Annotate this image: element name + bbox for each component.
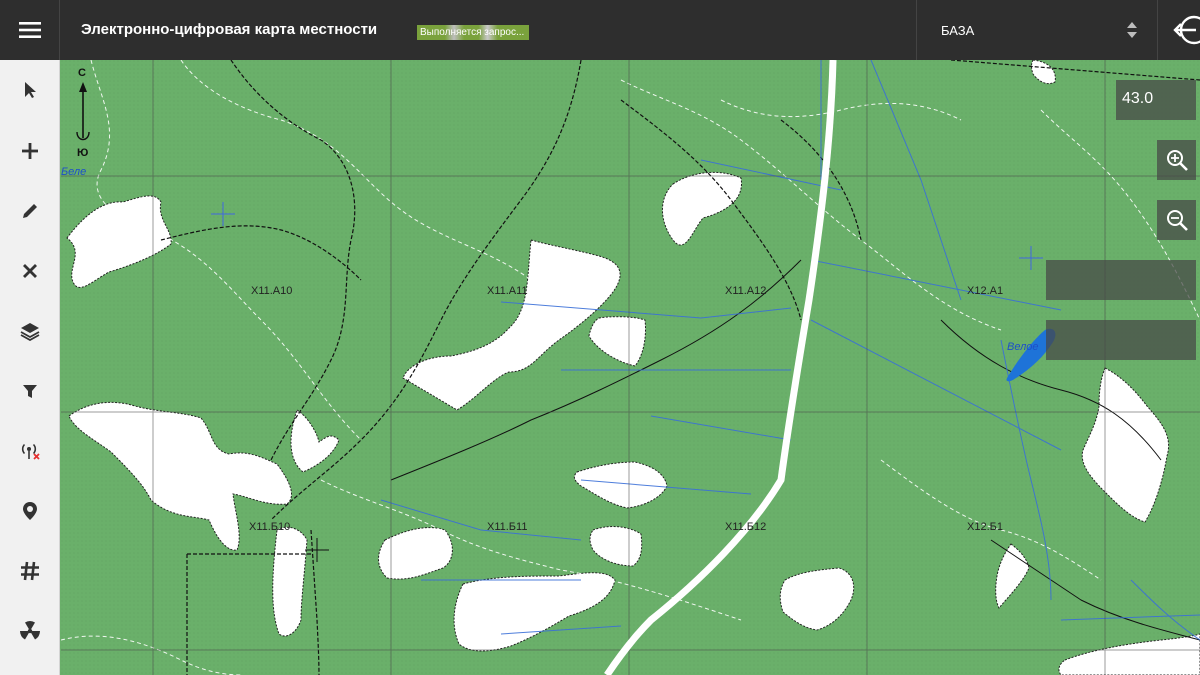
zoom-level-display: 43.0	[1116, 80, 1196, 120]
add-button[interactable]	[0, 123, 60, 179]
map-panel-button[interactable]	[1046, 260, 1196, 300]
radiation-button[interactable]	[0, 603, 60, 659]
close-icon	[23, 264, 37, 278]
layer-select-value: БАЗА	[941, 23, 975, 38]
select-tool-button[interactable]	[0, 62, 60, 118]
layers-icon	[20, 323, 40, 341]
signal-off-icon	[21, 443, 40, 460]
place-label: Беле	[61, 166, 86, 178]
map-canvas[interactable]: X11.А10 X11.А11 X11.А12 X12.А1 X11.Б10 X…	[61, 60, 1200, 675]
menu-button[interactable]	[0, 0, 60, 60]
zoom-out-button[interactable]	[1157, 200, 1196, 240]
sheet-label: X12.Б1	[967, 521, 1003, 533]
logout-icon	[1173, 15, 1200, 45]
top-bar: Электронно-цифровая карта местности Выпо…	[0, 0, 1200, 60]
hamburger-icon	[18, 22, 41, 38]
pointer-icon	[25, 82, 36, 98]
sheet-label: X11.Б12	[725, 521, 766, 533]
grid-hash-icon	[21, 561, 39, 581]
location-pin-icon	[23, 502, 37, 520]
map-graphics: X11.А10 X11.А11 X11.А12 X12.А1 X11.Б10 X…	[61, 60, 1200, 675]
signal-button[interactable]	[0, 423, 60, 479]
status-badge: Выполняется запрос...	[417, 25, 529, 40]
plus-icon	[22, 143, 38, 159]
delete-button[interactable]	[0, 243, 60, 299]
place-label: Велое	[1007, 341, 1039, 353]
radiation-icon	[20, 621, 40, 640]
filter-icon	[23, 385, 37, 398]
sheet-label: X11.А11	[487, 285, 528, 297]
grid-button[interactable]	[0, 543, 60, 599]
layers-button[interactable]	[0, 303, 60, 359]
zoom-in-button[interactable]	[1157, 140, 1196, 180]
filter-button[interactable]	[0, 363, 60, 419]
sheet-label: X11.Б11	[487, 521, 527, 533]
sheet-label: X11.Б10	[249, 521, 290, 533]
select-arrows-icon	[1127, 22, 1137, 38]
layer-select[interactable]: БАЗА	[916, 0, 1156, 60]
logout-button[interactable]	[1157, 0, 1200, 60]
pencil-icon	[23, 204, 37, 218]
map-panel-button[interactable]	[1046, 320, 1196, 360]
compass-north-label: С	[78, 67, 86, 79]
left-toolbar	[0, 60, 60, 675]
edit-button[interactable]	[0, 183, 60, 239]
zoom-out-icon	[1166, 210, 1188, 231]
page-title: Электронно-цифровая карта местности	[81, 21, 378, 38]
zoom-in-icon	[1166, 150, 1188, 171]
sheet-label: X11.А12	[725, 285, 766, 297]
sheet-label: X11.А10	[251, 285, 292, 297]
sheet-label: X12.А1	[967, 285, 1003, 297]
place-marker-button[interactable]	[0, 483, 60, 539]
compass-south-label: Ю	[77, 147, 89, 159]
